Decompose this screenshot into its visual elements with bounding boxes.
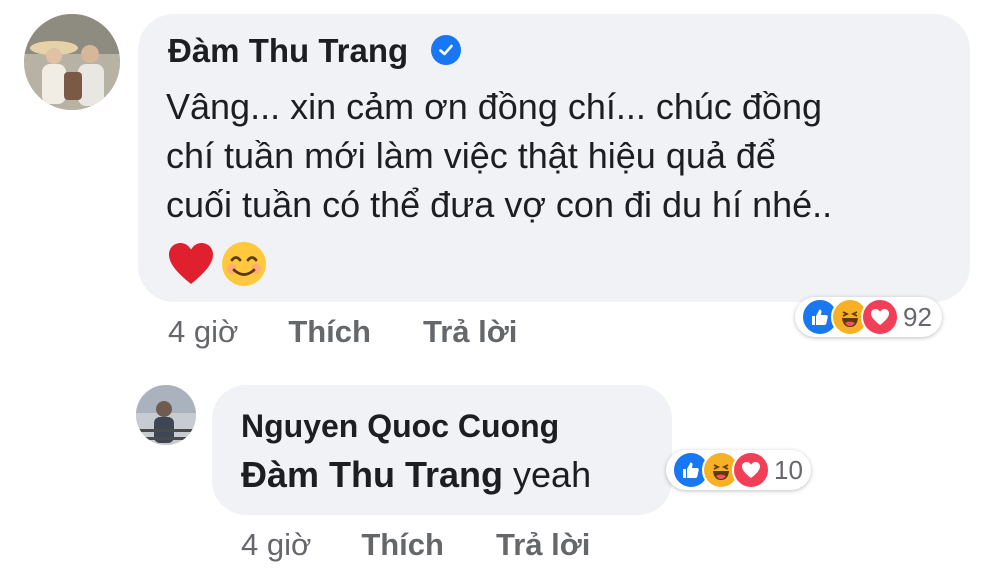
comment-author-name[interactable]: Đàm Thu Trang — [168, 32, 408, 70]
reply-message: yeah — [503, 454, 592, 495]
reply-text: Đàm Thu Trang yeah — [241, 454, 591, 496]
comment-timestamp[interactable]: 4 giờ — [168, 314, 238, 350]
comment-text-line: cuối tuần có thể đưa vợ con đi du hí nhé… — [166, 184, 833, 225]
avatar[interactable] — [136, 385, 196, 445]
love-icon — [861, 298, 899, 336]
comment-actions: 4 giờ Thích Trả lời — [168, 314, 517, 350]
reply-link[interactable]: Trả lời — [496, 527, 590, 563]
love-icon — [732, 451, 770, 489]
like-link[interactable]: Thích — [361, 527, 444, 563]
reaction-summary[interactable]: 10 — [666, 450, 811, 490]
reaction-summary[interactable]: 92 — [795, 297, 942, 337]
comment-text: Vâng... xin cảm ơn đồng chí... chúc đồng… — [166, 82, 832, 229]
reply-author-name[interactable]: Nguyen Quoc Cuong — [241, 408, 559, 445]
like-link[interactable]: Thích — [288, 314, 371, 350]
comment-emojis — [168, 240, 268, 288]
reply-link[interactable]: Trả lời — [423, 314, 517, 350]
reply-mention[interactable]: Đàm Thu Trang — [241, 454, 503, 495]
reply-timestamp[interactable]: 4 giờ — [241, 527, 311, 563]
verified-badge-icon — [431, 35, 461, 65]
comment-text-line: Vâng... xin cảm ơn đồng chí... chúc đồng — [166, 86, 822, 127]
comment-text-line: chí tuần mới làm việc thật hiệu quả để — [166, 135, 776, 176]
smiling-face-icon — [222, 242, 266, 286]
reaction-count: 92 — [903, 301, 932, 332]
reaction-count: 10 — [774, 454, 803, 485]
avatar[interactable] — [24, 14, 120, 110]
red-heart-icon — [169, 243, 213, 284]
reply-actions: 4 giờ Thích Trả lời — [241, 527, 590, 563]
